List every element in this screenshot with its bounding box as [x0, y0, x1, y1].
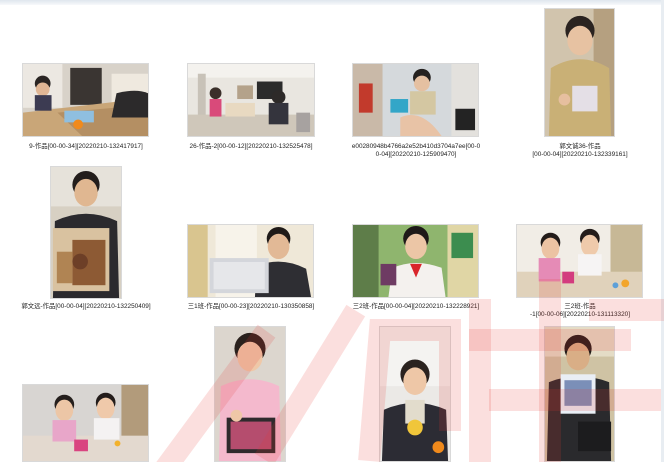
file-name: 郭文诚36-作品 [00-00-04][20220210-132339161] — [532, 143, 628, 158]
file-thumbnail-grid[interactable]: 9-作品[00-00-34][20220210-132417917] 26-作品… — [0, 0, 664, 462]
video-thumbnail-6[interactable] — [187, 224, 314, 298]
video-thumbnail-9[interactable] — [22, 384, 149, 462]
file-name: 26-作品-2[00-00-12][20220210-132525478] — [189, 143, 313, 150]
file-name: 郭文远-作品[00-00-04][20220210-132250409] — [21, 303, 151, 310]
video-thumbnail-4[interactable] — [544, 8, 615, 137]
video-thumbnail-7[interactable] — [352, 224, 479, 298]
video-thumbnail-3[interactable] — [352, 63, 479, 137]
file-name: 三1班-作品[00-00-23][20220210-130350858] — [187, 303, 315, 310]
file-name: 9-作品[00-00-34][20220210-132417917] — [29, 143, 143, 150]
file-name: 三2班-作品 -1[00-00-06][20220210-131113320] — [530, 303, 630, 318]
video-thumbnail-12[interactable] — [544, 326, 615, 462]
video-thumbnail-2[interactable] — [187, 63, 315, 137]
video-thumbnail-10[interactable] — [214, 326, 286, 462]
video-thumbnail-8[interactable] — [516, 224, 643, 298]
video-thumbnail-1[interactable] — [22, 63, 149, 137]
video-thumbnail-5[interactable] — [50, 166, 122, 299]
file-name: e00280948b4766a2e52b410d3704a7ee[00-0 0-… — [351, 143, 481, 158]
file-name: 三2班-作品[00-00-04][20220210-132228921] — [352, 303, 480, 310]
video-thumbnail-11[interactable] — [379, 326, 451, 462]
